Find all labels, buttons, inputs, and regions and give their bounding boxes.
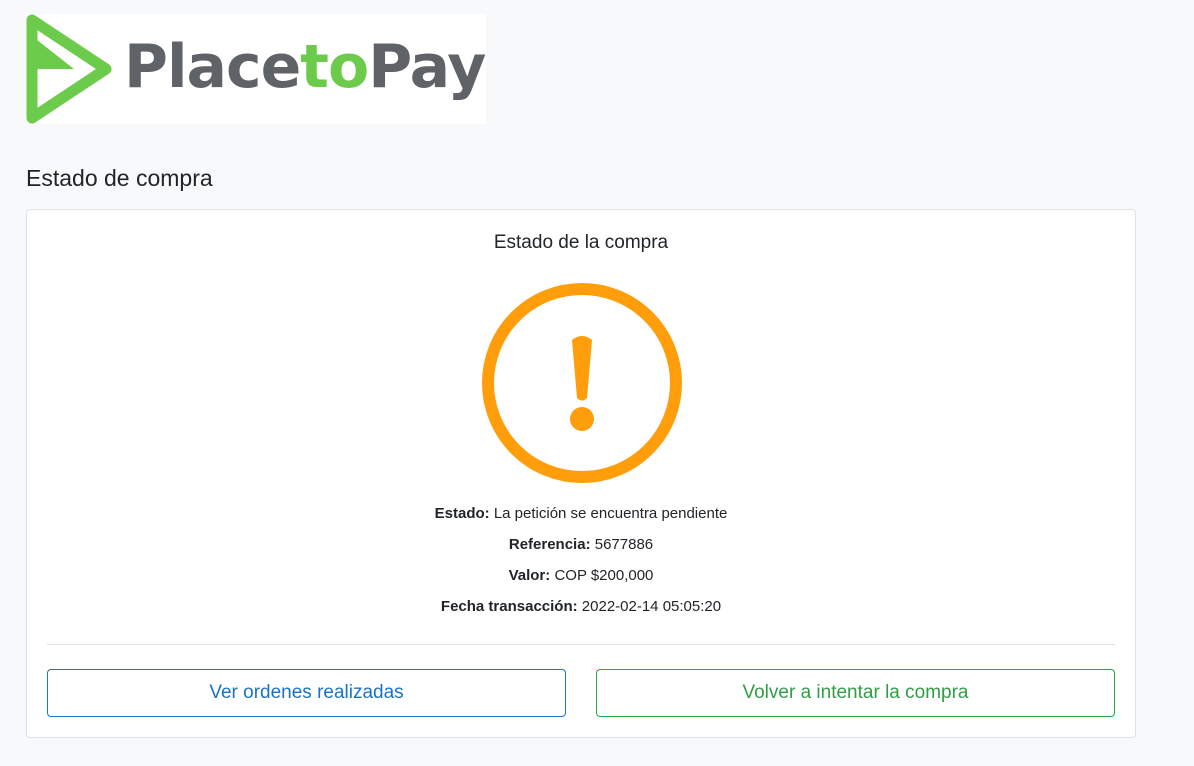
warning-exclamation-icon bbox=[482, 283, 682, 483]
status-row: Estado: La petición se encuentra pendien… bbox=[27, 503, 1135, 534]
view-orders-button[interactable]: Ver ordenes realizadas bbox=[47, 669, 566, 717]
reference-label: Referencia: bbox=[508, 536, 591, 553]
amount-value: COP $200,000 bbox=[554, 567, 654, 584]
divider bbox=[47, 644, 1115, 645]
date-label: Fecha transacción: bbox=[440, 598, 578, 615]
purchase-status-card: Estado de la compra Estado: La petición … bbox=[26, 209, 1136, 738]
date-value: 2022-02-14 05:05:20 bbox=[581, 598, 722, 615]
amount-row: Valor: COP $200,000 bbox=[27, 565, 1135, 596]
transaction-info: Estado: La petición se encuentra pendien… bbox=[27, 503, 1135, 627]
retry-purchase-button[interactable]: Volver a intentar la compra bbox=[596, 669, 1115, 717]
reference-value: 5677886 bbox=[594, 536, 654, 553]
status-label: Estado: bbox=[434, 505, 490, 522]
date-row: Fecha transacción: 2022-02-14 05:05:20 bbox=[27, 596, 1135, 627]
status-value: La petición se encuentra pendiente bbox=[493, 505, 728, 522]
logo-wordmark: PlacetoPay bbox=[124, 32, 486, 102]
amount-label: Valor: bbox=[508, 567, 551, 584]
card-title: Estado de la compra bbox=[493, 232, 669, 253]
page-title: Estado de compra bbox=[26, 165, 213, 191]
play-arrow-icon bbox=[26, 14, 112, 124]
reference-row: Referencia: 5677886 bbox=[27, 534, 1135, 565]
placetopay-logo: PlacetoPay bbox=[26, 14, 486, 124]
